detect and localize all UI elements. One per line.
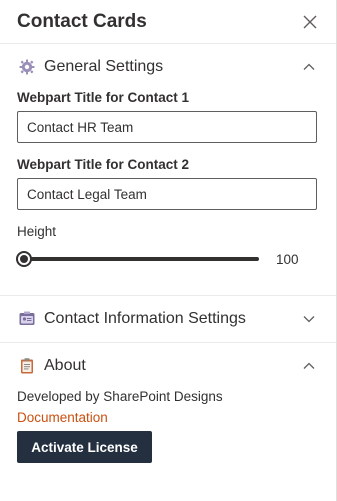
contact2-title-input[interactable] [17, 178, 317, 210]
general-settings-header[interactable]: General Settings [0, 44, 336, 90]
about-title: About [44, 357, 86, 374]
general-settings-title: General Settings [44, 58, 164, 75]
pane-title: Contact Cards [17, 10, 147, 32]
contact-info-settings-title: Contact Information Settings [44, 310, 246, 327]
activate-license-button[interactable]: Activate License [17, 431, 152, 463]
close-button[interactable] [302, 14, 318, 30]
close-icon [303, 15, 317, 28]
height-value: 100 [276, 251, 299, 267]
documentation-link[interactable]: Documentation [17, 410, 316, 425]
property-pane: Contact Cards General Settings Webpart T… [0, 0, 337, 501]
height-label: Height [17, 224, 57, 239]
chevron-up-icon [303, 362, 315, 369]
contact1-title-label: Webpart Title for Contact 1 [17, 90, 190, 105]
contact-info-settings-header[interactable]: Contact Information Settings [0, 296, 336, 342]
contact2-title-label: Webpart Title for Contact 2 [17, 157, 190, 172]
gear-icon [18, 58, 36, 76]
clipboard-icon [18, 357, 36, 375]
general-settings-body: Webpart Title for Contact 1 Webpart Titl… [0, 90, 336, 269]
developer-text: Developed by SharePoint Designs [17, 389, 223, 404]
height-slider-track[interactable] [16, 251, 259, 267]
height-slider-thumb[interactable] [16, 251, 32, 267]
about-header[interactable]: About [0, 343, 336, 389]
contact1-title-input[interactable] [17, 111, 317, 143]
about-body: Developed by SharePoint Designs Document… [0, 389, 336, 463]
contact-card-icon [18, 310, 36, 328]
chevron-down-icon [303, 316, 315, 323]
height-slider[interactable]: 100 [16, 249, 316, 269]
chevron-up-icon [303, 63, 315, 70]
pane-header: Contact Cards [0, 0, 336, 44]
